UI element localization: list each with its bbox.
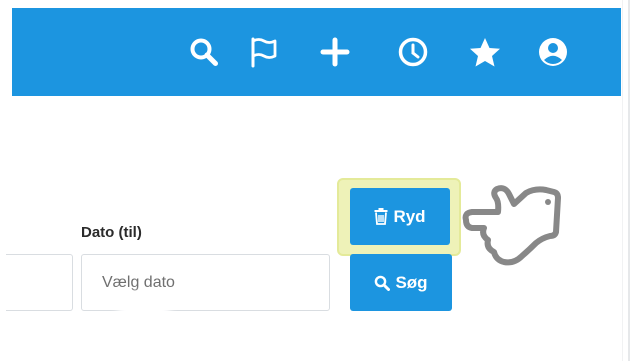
date-from-input[interactable]	[6, 254, 73, 311]
clear-button[interactable]: Ryd	[350, 188, 450, 245]
trash-icon	[374, 208, 388, 225]
search-icon	[374, 275, 391, 291]
top-navigation-bar	[12, 8, 621, 96]
scroll-edge	[628, 0, 630, 361]
date-to-label: Dato (til)	[81, 224, 142, 241]
search-button-label: Søg	[395, 272, 428, 292]
plus-icon[interactable]	[313, 30, 357, 74]
pointing-hand-icon	[462, 180, 562, 275]
blur-overlay	[118, 293, 170, 323]
search-icon[interactable]	[182, 30, 226, 74]
clear-button-label: Ryd	[393, 206, 426, 226]
user-icon[interactable]	[531, 30, 575, 74]
search-button[interactable]: Søg	[350, 254, 452, 311]
flag-icon[interactable]	[242, 30, 286, 74]
clock-icon[interactable]	[391, 30, 435, 74]
scroll-edge	[622, 0, 623, 361]
star-icon[interactable]	[463, 30, 507, 74]
